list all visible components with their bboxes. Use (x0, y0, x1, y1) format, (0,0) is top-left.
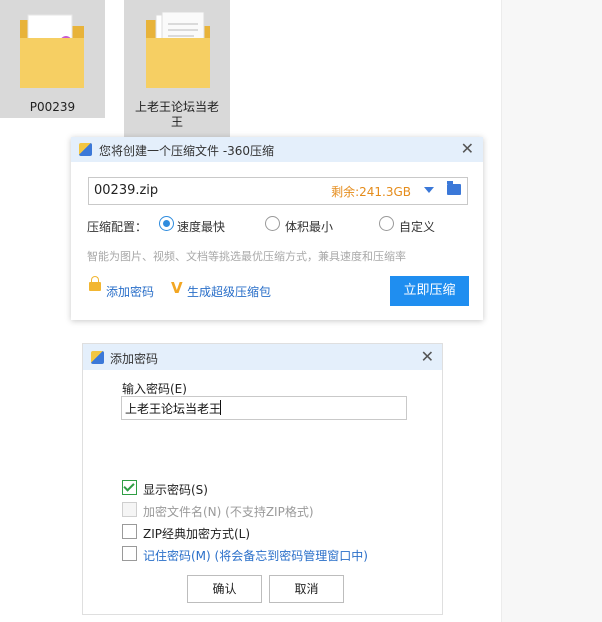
encrypt-filename-checkbox (122, 502, 137, 517)
password-input-label: 输入密码(E) (122, 382, 187, 396)
cancel-button[interactable]: 取消 (269, 575, 344, 603)
remember-password-checkbox[interactable] (122, 546, 137, 561)
zip-classic-encryption-text: ZIP经典加密方式(L) (143, 527, 251, 541)
dialog-title: 添加密码 (110, 352, 159, 366)
compress-now-button[interactable]: 立即压缩 (390, 276, 469, 306)
radio-smallest-size-label[interactable]: 体积最小 (285, 218, 333, 235)
browse-folder-icon[interactable] (447, 181, 461, 195)
folder-label: 上老王论坛当老 王 (124, 100, 230, 130)
compress-config-label: 压缩配置： (87, 220, 148, 234)
text-caret (220, 400, 221, 415)
radio-custom[interactable] (379, 216, 394, 231)
remember-password-note: (将会备忘到密码管理窗口中) (210, 549, 368, 563)
compress-hint-text: 智能为图片、视频、文档等挑选最优压缩方式，兼具速度和压缩率 (87, 250, 406, 263)
folder-icon (20, 14, 84, 88)
dropdown-arrow-icon[interactable] (424, 187, 434, 193)
remember-password-label[interactable]: 记住密码(M) (将会备忘到密码管理窗口中) (143, 547, 368, 564)
desktop-folder-laowang[interactable]: 上老王论坛当老 王 (124, 0, 230, 140)
password-input[interactable]: 上老王论坛当老王 (121, 396, 407, 420)
archive-app-icon (79, 143, 92, 156)
close-icon[interactable]: ✕ (421, 348, 434, 366)
show-password-checkbox[interactable] (122, 480, 137, 495)
background-panel (501, 0, 602, 622)
radio-speed-fastest[interactable] (159, 216, 174, 231)
zip-classic-encryption-label[interactable]: ZIP经典加密方式(L) (143, 525, 250, 542)
super-package-link[interactable]: 生成超级压缩包 (187, 283, 271, 300)
encrypt-filename-text: 加密文件名(N) (143, 505, 222, 519)
close-icon[interactable]: ✕ (461, 140, 474, 158)
dialog-title: 您将创建一个压缩文件 -360压缩 (99, 144, 275, 158)
vip-v-icon: V (171, 279, 183, 297)
archive-filename[interactable]: 00239.zip (94, 183, 158, 198)
encrypt-filename-label: 加密文件名(N) (不支持ZIP格式) (143, 503, 314, 520)
add-password-dialog: 添加密码 ✕ 输入密码(E) 上老王论坛当老王 显示密码(S) 加密文件名(N)… (82, 343, 443, 615)
radio-speed-fastest-label[interactable]: 速度最快 (177, 218, 225, 235)
zip-classic-encryption-checkbox[interactable] (122, 524, 137, 539)
encrypt-filename-note: (不支持ZIP格式) (221, 505, 314, 519)
password-value[interactable]: 上老王论坛当老王 (125, 400, 221, 417)
archive-path-field[interactable]: 00239.zip 剩余:241.3GB (88, 177, 468, 205)
compress-dialog-titlebar[interactable]: 您将创建一个压缩文件 -360压缩 ✕ (71, 137, 483, 162)
radio-custom-label[interactable]: 自定义 (399, 218, 435, 235)
folder-label-line-2: 王 (170, 115, 183, 129)
remember-password-text: 记住密码(M) (143, 549, 211, 563)
radio-smallest-size[interactable] (265, 216, 280, 231)
desktop-folder-p00239[interactable]: P00239 (0, 0, 105, 118)
folder-label: P00239 (29, 100, 76, 114)
free-space-label: 剩余:241.3GB (331, 185, 411, 199)
compress-dialog: 您将创建一个压缩文件 -360压缩 ✕ 00239.zip 剩余:241.3GB… (71, 137, 483, 320)
folder-icon (146, 12, 210, 88)
folder-label-line-1: 上老王论坛当老 (134, 100, 219, 114)
confirm-button[interactable]: 确认 (187, 575, 262, 603)
archive-app-icon (91, 351, 104, 364)
show-password-label[interactable]: 显示密码(S) (143, 481, 208, 498)
password-dialog-titlebar[interactable]: 添加密码 ✕ (83, 344, 442, 370)
lock-icon (89, 276, 101, 291)
add-password-link[interactable]: 添加密码 (106, 283, 154, 300)
show-password-text: 显示密码(S) (143, 483, 208, 497)
